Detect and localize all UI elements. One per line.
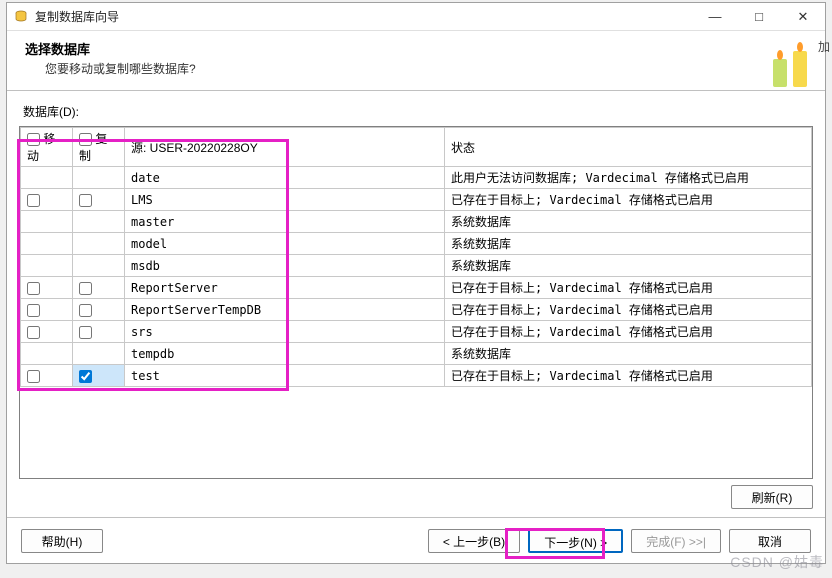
table-row[interactable]: master系统数据库 bbox=[21, 211, 812, 233]
copy-cell bbox=[73, 321, 125, 343]
source-cell: srs bbox=[125, 321, 445, 343]
source-cell: master bbox=[125, 211, 445, 233]
table-row[interactable]: srs已存在于目标上; Vardecimal 存储格式已启用 bbox=[21, 321, 812, 343]
refresh-button[interactable]: 刷新(R) bbox=[731, 485, 813, 509]
move-cell bbox=[21, 189, 73, 211]
status-cell: 系统数据库 bbox=[445, 211, 812, 233]
page-subtext: 您要移动或复制哪些数据库? bbox=[25, 60, 809, 77]
wizard-footer: 帮助(H) < 上一步(B) 下一步(N) > 完成(F) >>| 取消 bbox=[7, 517, 825, 563]
titlebar: 复制数据库向导 — □ ✕ bbox=[7, 3, 825, 31]
wizard-header: 选择数据库 您要移动或复制哪些数据库? bbox=[7, 31, 825, 91]
status-cell: 系统数据库 bbox=[445, 255, 812, 277]
window-title: 复制数据库向导 bbox=[35, 8, 119, 25]
move-cell bbox=[21, 233, 73, 255]
table-row[interactable]: tempdb系统数据库 bbox=[21, 343, 812, 365]
source-cell: date bbox=[125, 167, 445, 189]
table-row[interactable]: ReportServer已存在于目标上; Vardecimal 存储格式已启用 bbox=[21, 277, 812, 299]
app-icon bbox=[13, 9, 29, 25]
col-header-copy[interactable]: 复制 bbox=[73, 128, 125, 167]
status-cell: 已存在于目标上; Vardecimal 存储格式已启用 bbox=[445, 299, 812, 321]
move-cell bbox=[21, 299, 73, 321]
status-cell: 系统数据库 bbox=[445, 233, 812, 255]
table-row[interactable]: msdb系统数据库 bbox=[21, 255, 812, 277]
table-row[interactable]: date此用户无法访问数据库; Vardecimal 存储格式已启用 bbox=[21, 167, 812, 189]
copy-cell bbox=[73, 255, 125, 277]
cancel-button[interactable]: 取消 bbox=[729, 529, 811, 553]
source-cell: msdb bbox=[125, 255, 445, 277]
move-cell bbox=[21, 365, 73, 387]
copy-checkbox[interactable] bbox=[79, 370, 92, 383]
maximize-button[interactable]: □ bbox=[737, 3, 781, 31]
source-cell: LMS bbox=[125, 189, 445, 211]
move-cell bbox=[21, 167, 73, 189]
move-cell bbox=[21, 255, 73, 277]
status-cell: 已存在于目标上; Vardecimal 存储格式已启用 bbox=[445, 277, 812, 299]
move-checkbox[interactable] bbox=[27, 370, 40, 383]
table-row[interactable]: model系统数据库 bbox=[21, 233, 812, 255]
next-button[interactable]: 下一步(N) > bbox=[528, 529, 623, 553]
copy-cell bbox=[73, 343, 125, 365]
status-cell: 已存在于目标上; Vardecimal 存储格式已启用 bbox=[445, 321, 812, 343]
finish-button: 完成(F) >>| bbox=[631, 529, 721, 553]
copy-cell bbox=[73, 189, 125, 211]
status-cell: 此用户无法访问数据库; Vardecimal 存储格式已启用 bbox=[445, 167, 812, 189]
close-button[interactable]: ✕ bbox=[781, 3, 825, 31]
wizard-window: 复制数据库向导 — □ ✕ 选择数据库 您要移动或复制哪些数据库? 数据库(D)… bbox=[6, 2, 826, 564]
status-cell: 已存在于目标上; Vardecimal 存储格式已启用 bbox=[445, 365, 812, 387]
content-area: 数据库(D): 移动 复制 源: USER-20220228OY 状 bbox=[7, 91, 825, 517]
move-cell bbox=[21, 211, 73, 233]
source-cell: ReportServerTempDB bbox=[125, 299, 445, 321]
source-cell: ReportServer bbox=[125, 277, 445, 299]
move-checkbox[interactable] bbox=[27, 194, 40, 207]
copy-cell bbox=[73, 277, 125, 299]
refresh-row: 刷新(R) bbox=[19, 485, 813, 509]
col-header-source[interactable]: 源: USER-20220228OY bbox=[125, 128, 445, 167]
database-label: 数据库(D): bbox=[19, 103, 813, 120]
cutoff-label: 加 bbox=[816, 36, 832, 57]
table-row[interactable]: test已存在于目标上; Vardecimal 存储格式已启用 bbox=[21, 365, 812, 387]
status-cell: 系统数据库 bbox=[445, 343, 812, 365]
copy-checkbox[interactable] bbox=[79, 326, 92, 339]
source-cell: model bbox=[125, 233, 445, 255]
table-row[interactable]: LMS已存在于目标上; Vardecimal 存储格式已启用 bbox=[21, 189, 812, 211]
move-checkbox[interactable] bbox=[27, 304, 40, 317]
col-header-move[interactable]: 移动 bbox=[21, 128, 73, 167]
copy-checkbox[interactable] bbox=[79, 194, 92, 207]
copy-cell bbox=[73, 233, 125, 255]
move-cell bbox=[21, 321, 73, 343]
header-graphic bbox=[755, 31, 825, 91]
copy-checkbox[interactable] bbox=[79, 282, 92, 295]
watermark: CSDN @姑毒 bbox=[730, 552, 824, 572]
source-cell: test bbox=[125, 365, 445, 387]
page-heading: 选择数据库 bbox=[25, 39, 809, 58]
status-cell: 已存在于目标上; Vardecimal 存储格式已启用 bbox=[445, 189, 812, 211]
copy-cell bbox=[73, 167, 125, 189]
copy-cell bbox=[73, 365, 125, 387]
window-controls: — □ ✕ bbox=[693, 3, 825, 31]
move-cell bbox=[21, 277, 73, 299]
table-row[interactable]: ReportServerTempDB已存在于目标上; Vardecimal 存储… bbox=[21, 299, 812, 321]
minimize-button[interactable]: — bbox=[693, 3, 737, 31]
database-table: 移动 复制 源: USER-20220228OY 状态 date此用户无法访问数… bbox=[20, 127, 812, 387]
copy-checkbox[interactable] bbox=[79, 304, 92, 317]
copy-cell bbox=[73, 211, 125, 233]
copy-cell bbox=[73, 299, 125, 321]
source-cell: tempdb bbox=[125, 343, 445, 365]
copy-header-checkbox[interactable] bbox=[79, 133, 92, 146]
move-checkbox[interactable] bbox=[27, 282, 40, 295]
help-button[interactable]: 帮助(H) bbox=[21, 529, 103, 553]
back-button[interactable]: < 上一步(B) bbox=[428, 529, 520, 553]
col-header-status[interactable]: 状态 bbox=[445, 128, 812, 167]
move-checkbox[interactable] bbox=[27, 326, 40, 339]
move-header-checkbox[interactable] bbox=[27, 133, 40, 146]
move-cell bbox=[21, 343, 73, 365]
database-table-wrapper: 移动 复制 源: USER-20220228OY 状态 date此用户无法访问数… bbox=[19, 126, 813, 479]
